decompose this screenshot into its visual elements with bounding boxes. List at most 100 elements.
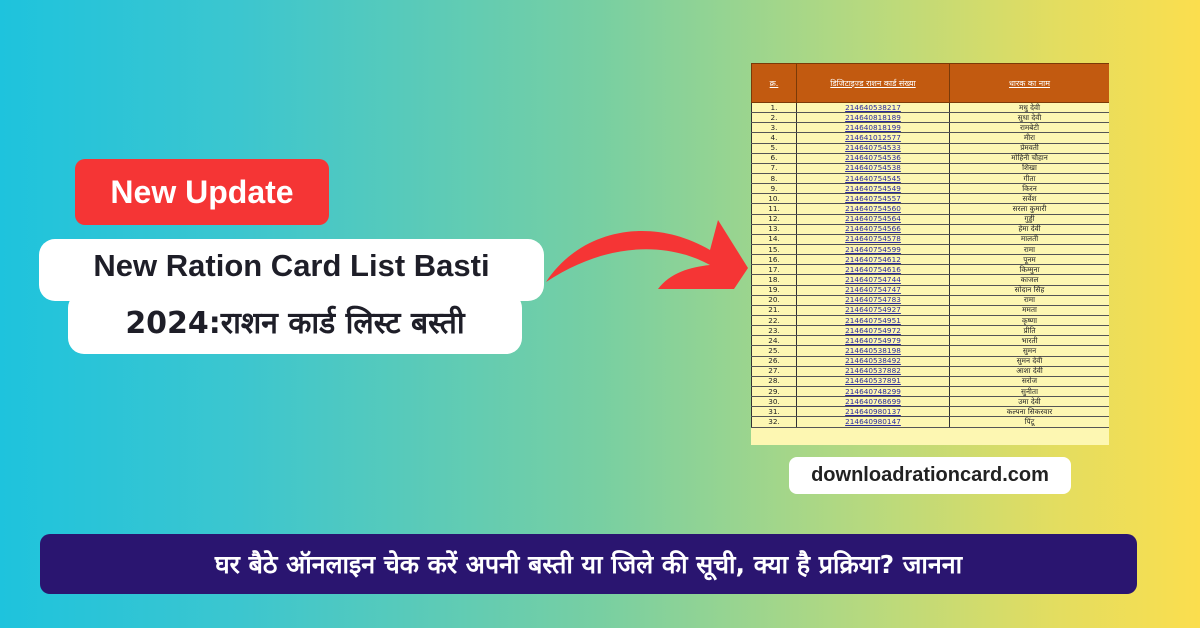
table-row: 14. 214640754578 मालती bbox=[751, 234, 1109, 245]
headline-subtitle: 2024:राशन कार्ड लिस्ट बस्ती bbox=[125, 306, 465, 341]
table-row: 12. 214640754564 गुड्डी bbox=[751, 214, 1109, 225]
serial-cell: 18. bbox=[751, 274, 797, 286]
card-number-cell: 214640748299 bbox=[796, 386, 950, 398]
card-number-link[interactable]: 214640980137 bbox=[845, 407, 901, 416]
holder-name-cell: सुमन bbox=[949, 345, 1109, 357]
card-number-link[interactable]: 214640538198 bbox=[845, 346, 901, 355]
serial-cell: 27. bbox=[751, 366, 797, 377]
card-number-link[interactable]: 214640754951 bbox=[845, 316, 901, 325]
card-number-link[interactable]: 214640537891 bbox=[845, 376, 901, 385]
serial-cell: 28. bbox=[751, 376, 797, 387]
holder-name-cell: सुमन देवी bbox=[949, 356, 1109, 367]
serial-cell: 6. bbox=[751, 153, 797, 164]
table-row: 10. 214640754557 सर्वेश bbox=[751, 193, 1109, 205]
card-number-cell: 214640768699 bbox=[796, 396, 950, 408]
website-label: downloadrationcard.com bbox=[789, 457, 1071, 494]
serial-cell: 4. bbox=[751, 132, 797, 144]
table-row: 23. 214640754972 प्रीति bbox=[751, 325, 1109, 337]
new-update-badge: New Update bbox=[75, 159, 329, 225]
card-number-link[interactable]: 214640754533 bbox=[845, 143, 901, 152]
holder-name-cell: उमा देवी bbox=[949, 396, 1109, 408]
card-number-link[interactable]: 214640754927 bbox=[845, 305, 901, 314]
card-number-link[interactable]: 214640754972 bbox=[845, 326, 901, 335]
card-number-cell: 214640754578 bbox=[796, 234, 950, 245]
card-number-link[interactable]: 214640754566 bbox=[845, 224, 901, 233]
card-number-link[interactable]: 214640754564 bbox=[845, 214, 901, 223]
card-number-cell: 214640754747 bbox=[796, 285, 950, 296]
table-row: 13. 214640754566 हेमा देवी bbox=[751, 224, 1109, 235]
holder-name-cell: गीता bbox=[949, 173, 1109, 185]
holder-name-cell: मधु देवी bbox=[949, 102, 1109, 114]
table-row: 9. 214640754549 किरन bbox=[751, 183, 1109, 195]
card-number-link[interactable]: 214640538217 bbox=[845, 103, 901, 112]
card-number-link[interactable]: 214640754538 bbox=[845, 163, 901, 172]
serial-cell: 1. bbox=[751, 102, 797, 114]
card-number-link[interactable]: 214640754578 bbox=[845, 234, 901, 243]
table-row: 31. 214640980137 कल्पना सिकरवार bbox=[751, 406, 1109, 418]
card-number-link[interactable]: 214640754560 bbox=[845, 204, 901, 213]
table-row: 28. 214640537891 सरोज bbox=[751, 376, 1109, 387]
card-number-cell: 214640980147 bbox=[796, 416, 950, 428]
table-row: 21. 214640754927 ममता bbox=[751, 305, 1109, 316]
card-number-cell: 214640754560 bbox=[796, 203, 950, 215]
card-number-link[interactable]: 214640980147 bbox=[845, 417, 901, 426]
card-number-cell: 214640754536 bbox=[796, 153, 950, 164]
card-number-link[interactable]: 214640818189 bbox=[845, 113, 901, 122]
serial-cell: 13. bbox=[751, 224, 797, 235]
serial-cell: 8. bbox=[751, 173, 797, 185]
serial-cell: 20. bbox=[751, 295, 797, 306]
card-number-link[interactable]: 214640768699 bbox=[845, 397, 901, 406]
serial-cell: 25. bbox=[751, 345, 797, 357]
card-number-link[interactable]: 214640754536 bbox=[845, 153, 901, 162]
card-number-cell: 214640754744 bbox=[796, 274, 950, 286]
holder-name-cell: भारती bbox=[949, 335, 1109, 347]
card-number-cell: 214640818199 bbox=[796, 122, 950, 134]
holder-name-cell: सुधा देवी bbox=[949, 112, 1109, 124]
card-number-link[interactable]: 214640537882 bbox=[845, 366, 901, 375]
holder-name-cell: सुनीता bbox=[949, 386, 1109, 398]
table-row: 25. 214640538198 सुमन bbox=[751, 345, 1109, 357]
card-number-link[interactable]: 214640754744 bbox=[845, 275, 901, 284]
card-number-link[interactable]: 214640818199 bbox=[845, 123, 901, 132]
holder-name-cell: किम्मुना bbox=[949, 264, 1109, 276]
holder-name-cell: मालती bbox=[949, 234, 1109, 245]
card-number-cell: 214640754599 bbox=[796, 244, 950, 256]
holder-name-cell: काजल bbox=[949, 274, 1109, 286]
card-number-link[interactable]: 214640754549 bbox=[845, 184, 901, 193]
ration-card-table: क्र. डिजिटाइज्ड राशन कार्ड संख्या धारक क… bbox=[751, 63, 1109, 445]
card-number-link[interactable]: 214640754545 bbox=[845, 174, 901, 183]
table-row: 17. 214640754616 किम्मुना bbox=[751, 264, 1109, 276]
card-number-cell: 214640537891 bbox=[796, 376, 950, 387]
card-number-link[interactable]: 214640754979 bbox=[845, 336, 901, 345]
table-row: 3. 214640818199 रामबेटी bbox=[751, 122, 1109, 134]
card-number-link[interactable]: 214640754612 bbox=[845, 255, 901, 264]
table-row: 27. 214640537882 आशा देवी bbox=[751, 366, 1109, 377]
table-row: 22. 214640754951 कृष्णा bbox=[751, 315, 1109, 327]
holder-name-cell: रामबेटी bbox=[949, 122, 1109, 134]
holder-name-cell: आशा देवी bbox=[949, 366, 1109, 377]
holder-name-cell: पूनम bbox=[949, 254, 1109, 266]
serial-cell: 3. bbox=[751, 122, 797, 134]
serial-cell: 23. bbox=[751, 325, 797, 337]
table-row: 32. 214640980147 पिंटू bbox=[751, 416, 1109, 428]
card-number-link[interactable]: 214641012577 bbox=[845, 133, 901, 142]
card-number-cell: 214640538492 bbox=[796, 356, 950, 367]
card-number-link[interactable]: 214640754599 bbox=[845, 245, 901, 254]
card-number-link[interactable]: 214640538492 bbox=[845, 356, 901, 365]
card-number-link[interactable]: 214640754747 bbox=[845, 285, 901, 294]
card-number-link[interactable]: 214640754783 bbox=[845, 295, 901, 304]
serial-cell: 15. bbox=[751, 244, 797, 256]
card-number-cell: 214640754549 bbox=[796, 183, 950, 195]
serial-cell: 16. bbox=[751, 254, 797, 266]
card-number-link[interactable]: 214640748299 bbox=[845, 387, 901, 396]
card-number-cell: 214640754538 bbox=[796, 163, 950, 174]
table-header-row: क्र. डिजिटाइज्ड राशन कार्ड संख्या धारक क… bbox=[751, 63, 1109, 103]
table-row: 11. 214640754560 सरला कुमारी bbox=[751, 203, 1109, 215]
card-number-link[interactable]: 214640754557 bbox=[845, 194, 901, 203]
card-number-link[interactable]: 214640754616 bbox=[845, 265, 901, 274]
holder-name-cell: प्रेमवती bbox=[949, 143, 1109, 154]
holder-name-cell: सरला कुमारी bbox=[949, 203, 1109, 215]
table-row: 2. 214640818189 सुधा देवी bbox=[751, 112, 1109, 124]
headline-title: New Ration Card List Basti bbox=[93, 248, 490, 283]
holder-name-cell: शिखा bbox=[949, 163, 1109, 174]
